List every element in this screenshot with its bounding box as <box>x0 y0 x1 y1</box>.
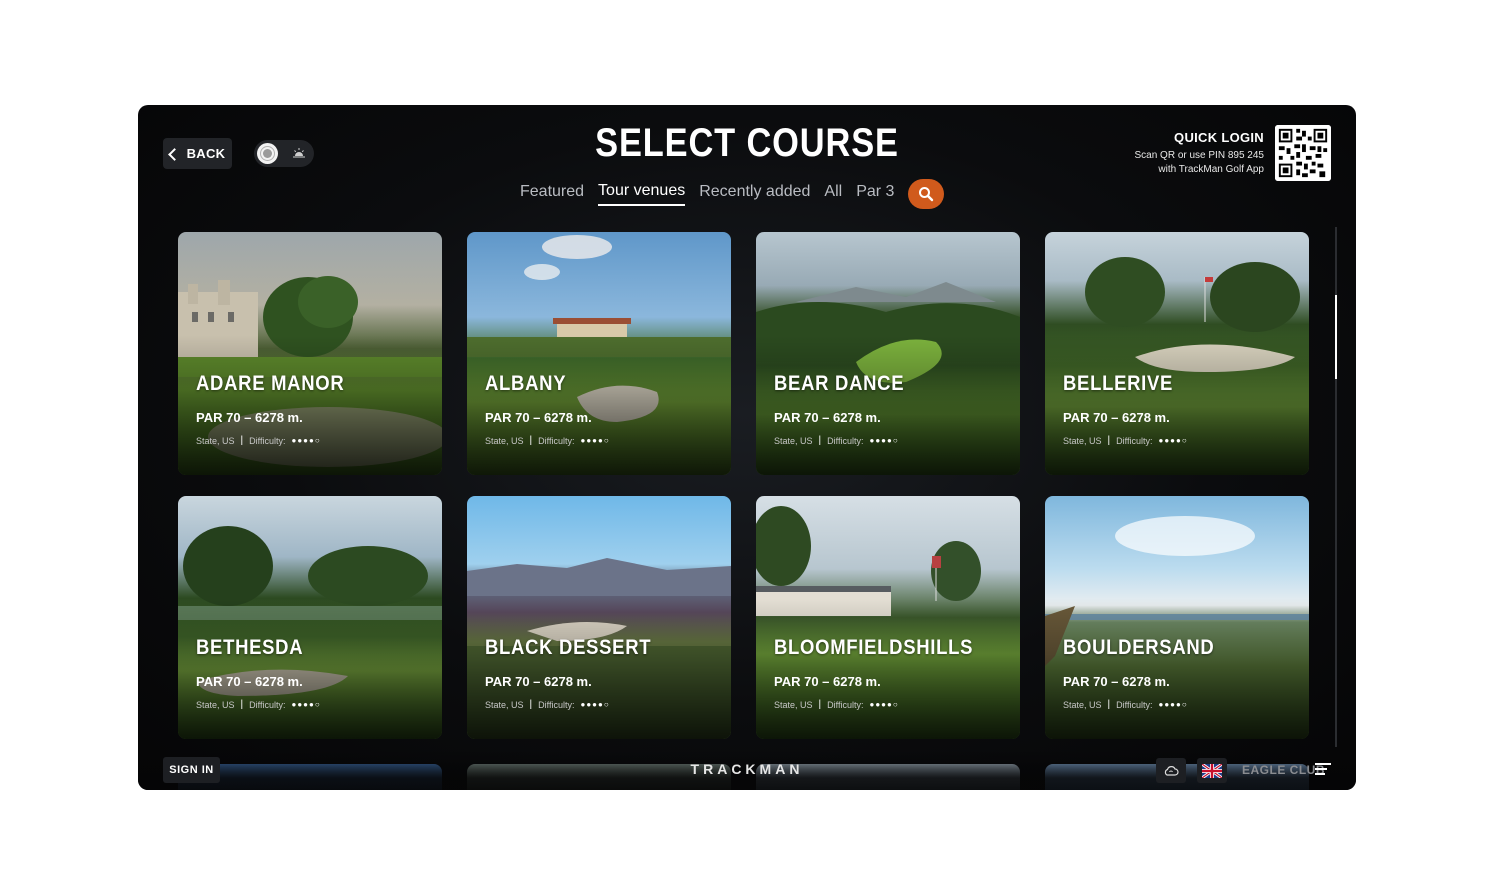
course-name: BELLERIVE <box>1063 372 1174 395</box>
back-label: BACK <box>186 146 226 161</box>
course-meta: State, US | Difficulty: ●●●●○ <box>485 435 610 446</box>
quick-login-line2: with TrackMan Golf App <box>1158 164 1264 175</box>
scrollbar[interactable] <box>1335 227 1337 747</box>
difficulty-rating: ●●●●○ <box>580 436 610 445</box>
difficulty-rating: ●●●●○ <box>869 436 899 445</box>
course-location: State, US <box>774 699 813 710</box>
difficulty-label: Difficulty: <box>827 699 864 710</box>
course-meta: State, US | Difficulty: ●●●●○ <box>774 435 899 446</box>
difficulty-rating: ●●●●○ <box>291 436 321 445</box>
course-name: BETHESDA <box>196 636 304 659</box>
course-par: PAR 70 – 6278 m. <box>196 410 303 425</box>
quick-login-line1: Scan QR or use PIN 895 245 <box>1134 150 1264 161</box>
course-meta: State, US | Difficulty: ●●●●○ <box>196 435 321 446</box>
tab-all[interactable]: All <box>824 183 842 205</box>
meta-separator: | <box>1107 699 1111 710</box>
filter-tabs: Featured Tour venues Recently added All … <box>520 179 945 209</box>
difficulty-label: Difficulty: <box>827 435 864 446</box>
meta-separator: | <box>240 699 244 710</box>
meta-separator: | <box>529 435 533 446</box>
course-card-adare-manor[interactable]: ADARE MANOR PAR 70 – 6278 m. State, US |… <box>178 232 442 475</box>
course-par: PAR 70 – 6278 m. <box>1063 410 1170 425</box>
course-par: PAR 70 – 6278 m. <box>485 674 592 689</box>
course-location: State, US <box>485 435 524 446</box>
search-button[interactable] <box>908 179 945 209</box>
menu-icon[interactable] <box>1315 763 1331 777</box>
course-card-bethesda[interactable]: BETHESDA PAR 70 – 6278 m. State, US | Di… <box>178 496 442 739</box>
meta-separator: | <box>529 699 533 710</box>
difficulty-rating: ●●●●○ <box>1158 436 1188 445</box>
difficulty-label: Difficulty: <box>249 699 286 710</box>
back-button[interactable]: BACK <box>163 138 232 169</box>
course-card-black-dessert[interactable]: BLACK DESSERT PAR 70 – 6278 m. State, US… <box>467 496 731 739</box>
course-location: State, US <box>1063 435 1102 446</box>
course-name: ALBANY <box>485 372 567 395</box>
app-screen: BACK SELECT COURSE Featured Tour venues … <box>138 105 1356 790</box>
meta-separator: | <box>818 435 822 446</box>
club-name: EAGLE CLUB <box>1242 763 1325 777</box>
course-name: BLACK DESSERT <box>485 636 652 659</box>
difficulty-label: Difficulty: <box>1116 699 1153 710</box>
language-button[interactable] <box>1197 758 1227 783</box>
page-title: SELECT COURSE <box>595 121 899 165</box>
course-par: PAR 70 – 6278 m. <box>196 674 303 689</box>
course-name: BLOOMFIELDSHILLS <box>774 636 974 659</box>
course-name: BEAR DANCE <box>774 372 905 395</box>
search-icon <box>919 187 934 202</box>
course-card-bloomfieldshills[interactable]: BLOOMFIELDSHILLS PAR 70 – 6278 m. State,… <box>756 496 1020 739</box>
quick-login-title: QUICK LOGIN <box>1174 130 1264 145</box>
scrollbar-thumb[interactable] <box>1335 295 1337 379</box>
difficulty-rating: ●●●●○ <box>1158 700 1188 709</box>
course-par: PAR 70 – 6278 m. <box>774 410 881 425</box>
qr-code-icon <box>1275 125 1331 181</box>
course-card-bouldersand[interactable]: BOULDERSAND PAR 70 – 6278 m. State, US |… <box>1045 496 1309 739</box>
cloud-sync-icon <box>1164 765 1179 776</box>
course-location: State, US <box>196 435 235 446</box>
meta-separator: | <box>818 699 822 710</box>
difficulty-rating: ●●●●○ <box>291 700 321 709</box>
quick-login: QUICK LOGIN Scan QR or use PIN 895 245 w… <box>1134 130 1264 177</box>
course-name: BOULDERSAND <box>1063 636 1215 659</box>
course-card-albany[interactable]: ALBANY PAR 70 – 6278 m. State, US | Diff… <box>467 232 731 475</box>
course-par: PAR 70 – 6278 m. <box>774 674 881 689</box>
chevron-left-icon <box>167 147 181 161</box>
difficulty-rating: ●●●●○ <box>869 700 899 709</box>
tab-tour-venues[interactable]: Tour venues <box>598 182 686 206</box>
tab-par-3[interactable]: Par 3 <box>856 183 894 205</box>
course-card-bellerive[interactable]: BELLERIVE PAR 70 – 6278 m. State, US | D… <box>1045 232 1309 475</box>
difficulty-rating: ●●●●○ <box>580 700 610 709</box>
course-location: State, US <box>485 699 524 710</box>
difficulty-label: Difficulty: <box>538 699 575 710</box>
course-location: State, US <box>1063 699 1102 710</box>
course-meta: State, US | Difficulty: ●●●●○ <box>485 699 610 710</box>
course-card-bear-dance[interactable]: BEAR DANCE PAR 70 – 6278 m. State, US | … <box>756 232 1020 475</box>
course-location: State, US <box>196 699 235 710</box>
course-name: ADARE MANOR <box>196 372 345 395</box>
difficulty-label: Difficulty: <box>1116 435 1153 446</box>
meta-separator: | <box>240 435 244 446</box>
course-par: PAR 70 – 6278 m. <box>485 410 592 425</box>
course-meta: State, US | Difficulty: ●●●●○ <box>774 699 899 710</box>
course-meta: State, US | Difficulty: ●●●●○ <box>1063 699 1188 710</box>
course-location: State, US <box>774 435 813 446</box>
difficulty-label: Difficulty: <box>249 435 286 446</box>
course-meta: State, US | Difficulty: ●●●●○ <box>1063 435 1188 446</box>
tab-featured[interactable]: Featured <box>520 183 584 205</box>
cloud-sync-button[interactable] <box>1156 758 1186 783</box>
meta-separator: | <box>1107 435 1111 446</box>
difficulty-label: Difficulty: <box>538 435 575 446</box>
course-meta: State, US | Difficulty: ●●●●○ <box>196 699 321 710</box>
uk-flag-icon <box>1202 763 1222 778</box>
tab-recently-added[interactable]: Recently added <box>699 183 810 205</box>
course-par: PAR 70 – 6278 m. <box>1063 674 1170 689</box>
